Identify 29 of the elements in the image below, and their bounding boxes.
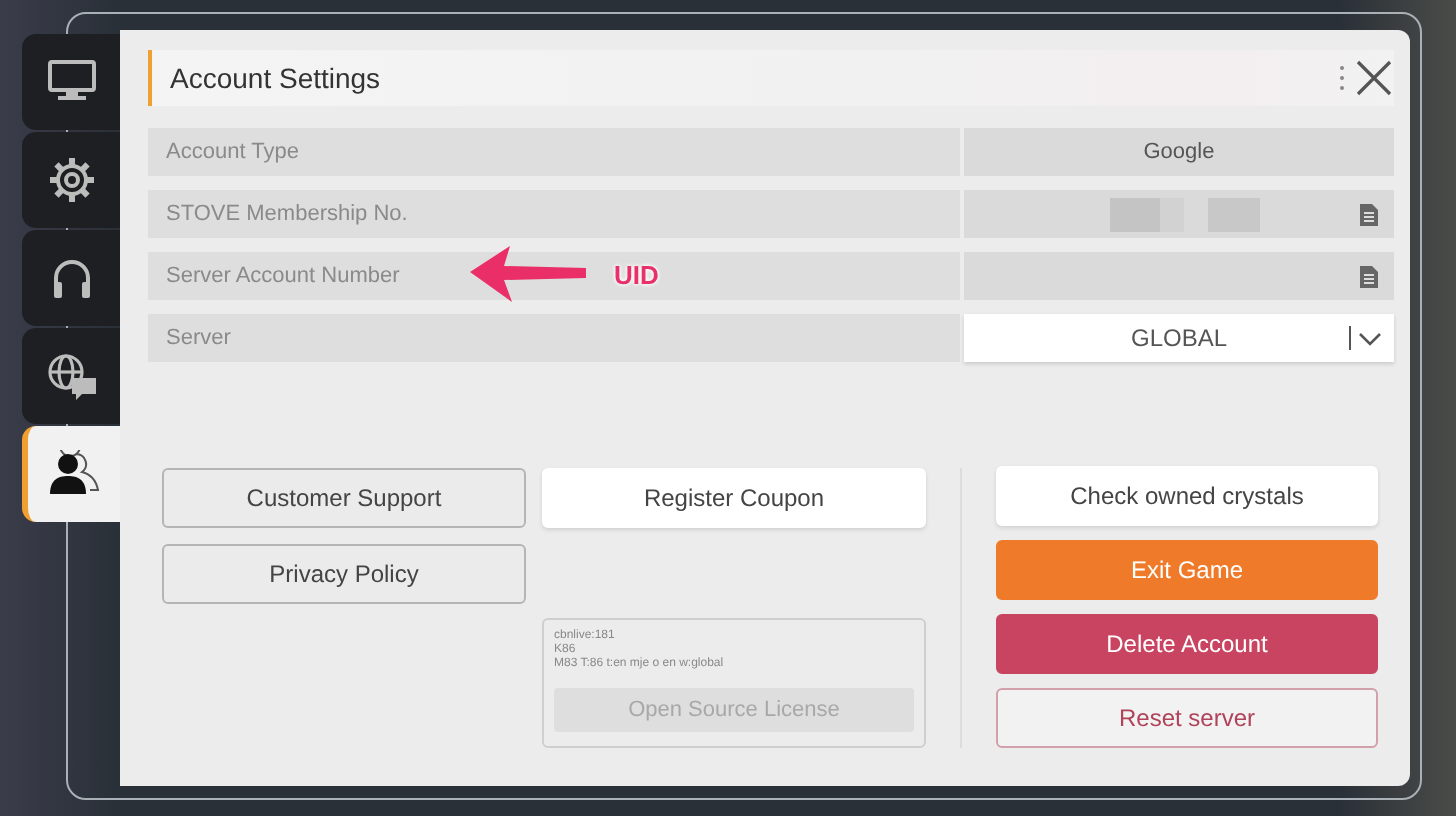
value-field: Google (964, 128, 1394, 176)
menu-button[interactable]: Privacy Policy (162, 544, 526, 604)
sidebar-tab[interactable] (22, 328, 120, 424)
chevron-down-icon (1348, 326, 1384, 350)
account-button[interactable]: Reset server (996, 688, 1378, 748)
monitor-icon (47, 60, 95, 104)
annotation-label: UID (614, 259, 659, 289)
globe-chat-icon (45, 352, 97, 400)
gear-icon (47, 156, 95, 204)
sidebar-tab[interactable] (22, 230, 120, 326)
sidebar-tab[interactable] (22, 132, 120, 228)
copy-icon[interactable] (1360, 203, 1378, 225)
copy-icon[interactable] (1360, 265, 1378, 287)
person-icon (48, 450, 100, 498)
panel-title: Account Settings (170, 62, 383, 94)
menu-button[interactable]: Customer Support (162, 468, 526, 528)
field-label: STOVE Membership No. (148, 190, 960, 238)
account-button[interactable]: Check owned crystals (996, 466, 1378, 526)
account-button[interactable]: Delete Account (996, 614, 1378, 674)
headphones-icon (49, 256, 93, 300)
close-button[interactable] (1354, 58, 1394, 98)
sidebar-tab[interactable] (22, 426, 120, 522)
field-label: Account Type (148, 128, 960, 176)
more-icon[interactable] (1338, 64, 1346, 92)
field-label: Server (148, 314, 960, 362)
register-coupon-button[interactable]: Register Coupon (542, 468, 926, 528)
annotation-arrow (470, 244, 586, 304)
sidebar-tab[interactable] (22, 34, 120, 130)
server-dropdown[interactable]: GLOBAL (964, 314, 1394, 362)
